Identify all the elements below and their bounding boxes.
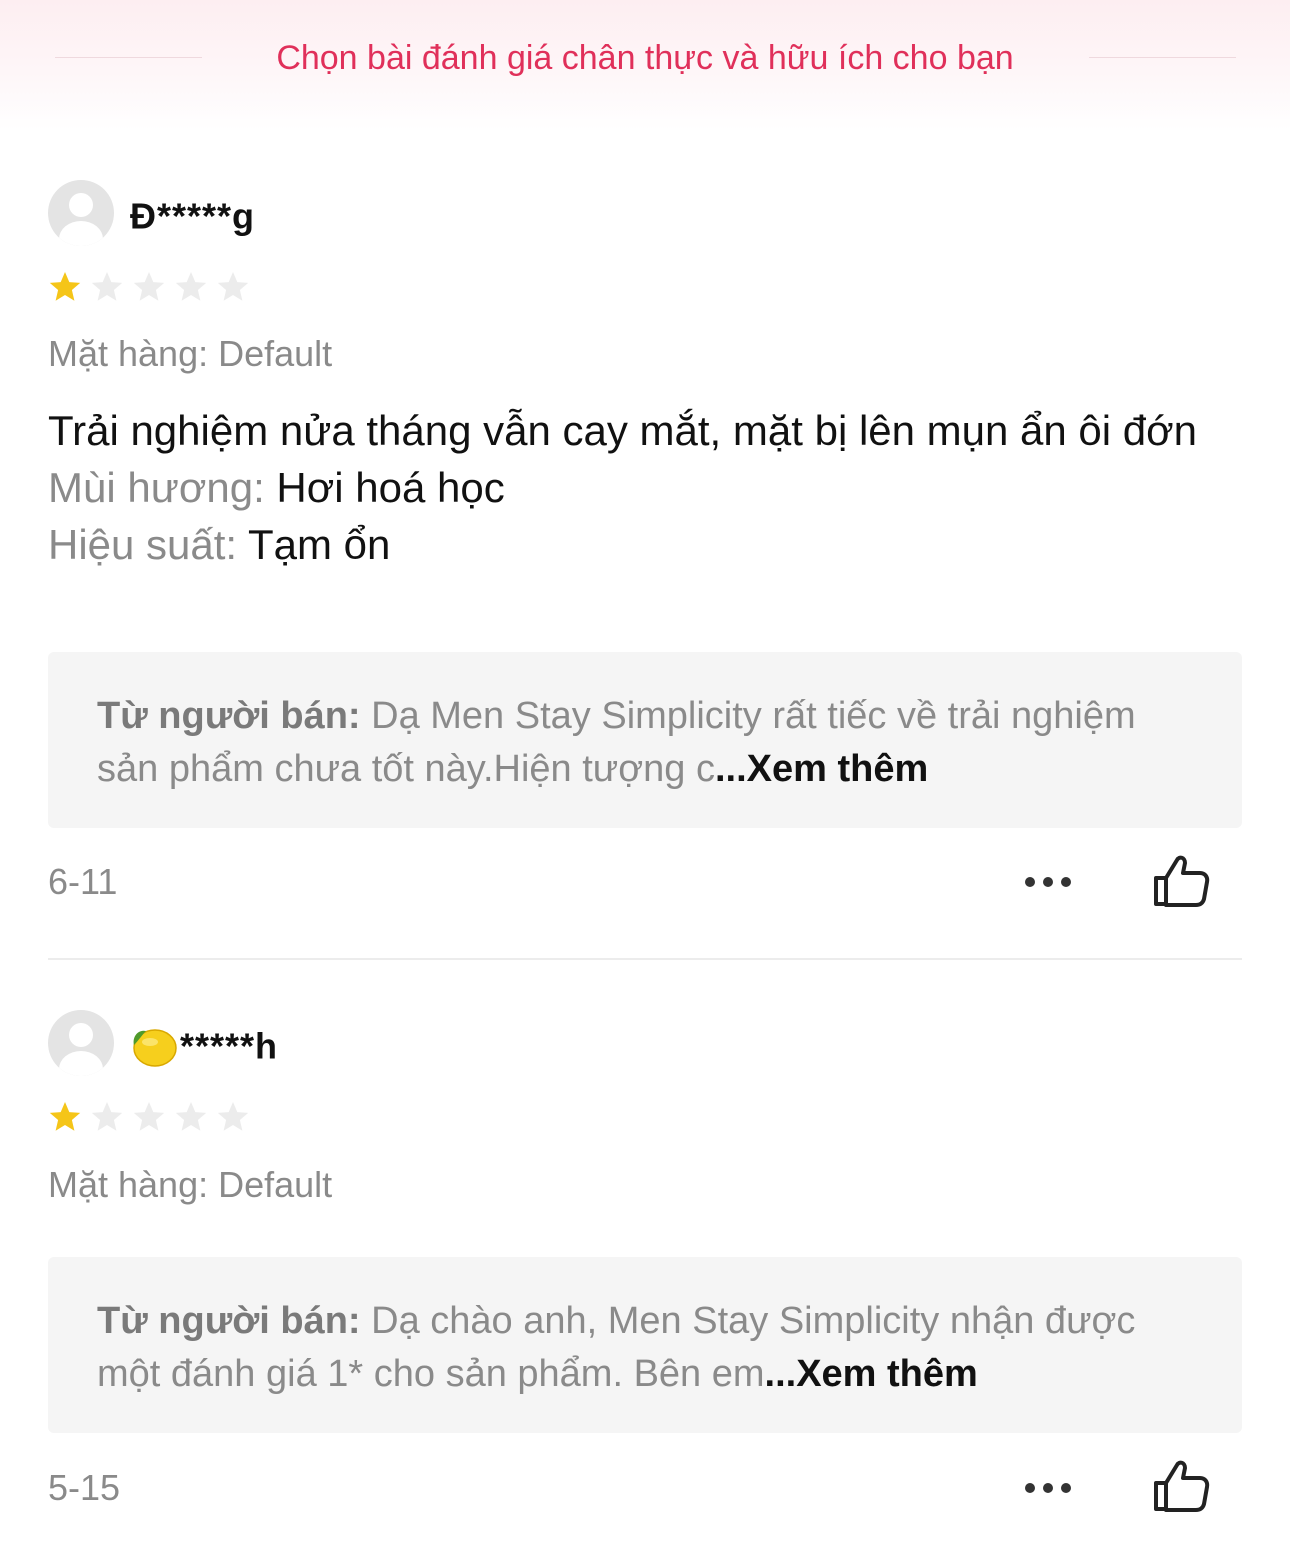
review-content: Trải nghiệm nửa tháng vẫn cay mắt, mặt b… [48, 402, 1242, 573]
rating-stars [48, 270, 250, 304]
variant-label: Mặt hàng: Default [48, 1164, 333, 1205]
more-dots-icon[interactable] [1025, 1478, 1075, 1498]
more-dots-icon[interactable] [1025, 872, 1075, 892]
attribute-scent: Mùi hương: Hơi hoá học [48, 464, 505, 511]
review-card: Đ*****g Mặt hàng: Default Trải nghiệm nử… [48, 180, 1242, 907]
reviewer-name[interactable]: Đ*****g [130, 192, 255, 238]
star-filled-icon [49, 272, 81, 301]
default-avatar-icon[interactable] [48, 1010, 114, 1076]
star-empty-icon [133, 272, 165, 301]
header-title: Chọn bài đánh giá chân thực và hữu ích c… [276, 39, 1014, 77]
seller-reply-text: Từ người bán: Dạ Men Stay Simplicity rất… [97, 695, 1136, 790]
thumbs-up-icon[interactable] [1152, 1457, 1210, 1515]
reviewer-name[interactable]: *****h [130, 1022, 278, 1069]
seller-reply: Từ người bán: Dạ Men Stay Simplicity rất… [48, 652, 1242, 828]
star-empty-icon [91, 272, 123, 301]
seller-reply-text: Từ người bán: Dạ chào anh, Men Stay Simp… [97, 1300, 1136, 1395]
see-more-link[interactable]: ...Xem thêm [715, 748, 928, 790]
review-date: 6-11 [48, 861, 118, 902]
header: Chọn bài đánh giá chân thực và hữu ích c… [0, 0, 1290, 130]
review-card: *****h Mặt hàng: Default Từ người bán: D… [48, 1010, 1242, 1512]
star-empty-icon [175, 272, 207, 301]
see-more-link[interactable]: ...Xem thêm [765, 1353, 978, 1395]
star-empty-icon [217, 272, 249, 301]
thumbs-up-icon[interactable] [1152, 852, 1210, 910]
star-empty-icon [217, 1102, 249, 1131]
star-empty-icon [91, 1102, 123, 1131]
seller-reply: Từ người bán: Dạ chào anh, Men Stay Simp… [48, 1257, 1242, 1433]
review-text: Trải nghiệm nửa tháng vẫn cay mắt, mặt b… [48, 407, 1198, 454]
review-date: 5-15 [48, 1467, 121, 1508]
review-divider [48, 958, 1242, 960]
header-divider-right [1089, 57, 1236, 58]
reviewer-row: *****h [48, 1010, 1242, 1076]
star-empty-icon [175, 1102, 207, 1131]
default-avatar-icon[interactable] [48, 180, 114, 246]
reviewer-row: Đ*****g [48, 180, 1242, 246]
star-filled-icon [49, 1102, 81, 1131]
variant-label: Mặt hàng: Default [48, 333, 333, 374]
rating-stars [48, 1100, 250, 1134]
attribute-performance: Hiệu suất: Tạm ổn [48, 521, 391, 568]
lemon-emoji [133, 1029, 177, 1068]
star-empty-icon [133, 1102, 165, 1131]
